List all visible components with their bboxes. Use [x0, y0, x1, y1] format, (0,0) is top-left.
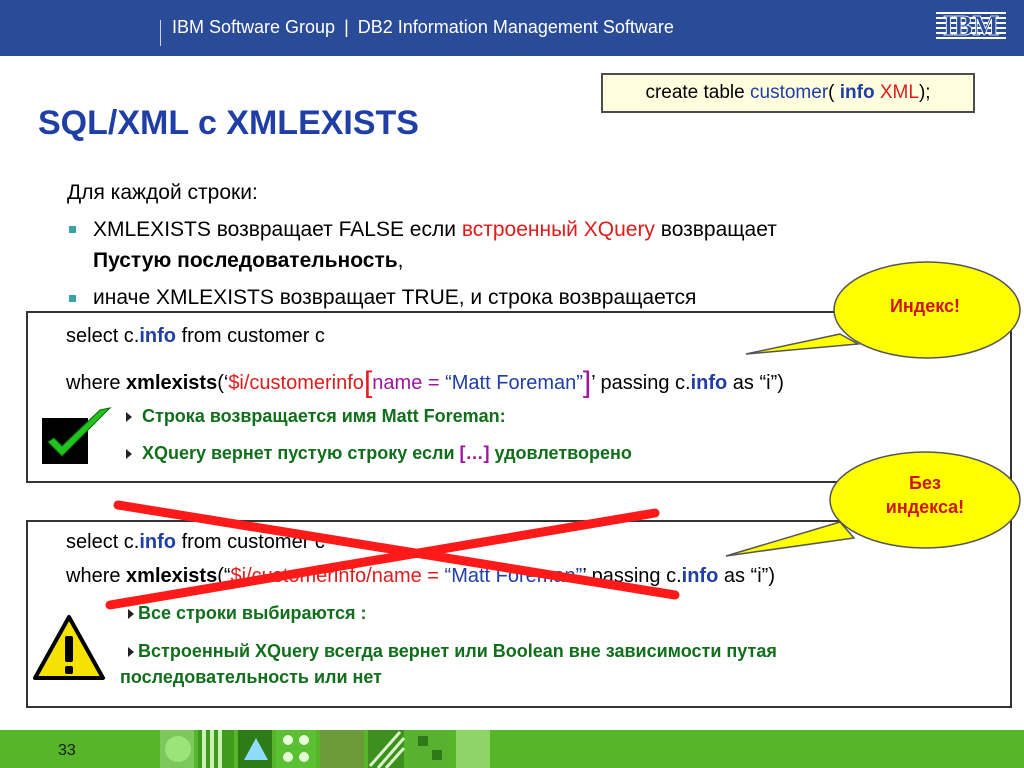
bullet-2: иначе XMLEXISTS возвращает TRUE, и строк… — [93, 286, 697, 309]
box1-sub2: XQuery вернет пустую строку если […] удо… — [126, 443, 632, 464]
header-text: IBM Software Group | DB2 Information Manag… — [172, 17, 674, 38]
triangle-bullet-icon — [126, 412, 132, 423]
box1-path: $i/customerinfo — [228, 372, 364, 394]
bullet-1: XMLEXISTS возвращает FALSE если встроенн… — [93, 218, 777, 242]
create-table-box: create table customer( info XML); — [601, 73, 975, 113]
checkmark-icon — [42, 407, 112, 464]
box1-left-bracket: [ — [363, 366, 373, 399]
page-title: SQL/XML с XMLEXISTS — [38, 104, 419, 142]
cross-out-icon — [105, 500, 680, 610]
ibm-logo-text: IBM — [943, 11, 999, 40]
header-bar: IBM Software Group | DB2 Information Manag… — [0, 0, 1024, 56]
bullet-1-part1: XMLEXISTS возвращает FALSE если — [93, 218, 462, 241]
bullet-1-end: , — [397, 249, 404, 272]
header-division: DB2 Information Management Software — [357, 17, 674, 37]
box1-line2: where xmlexists(‘$i/customerinfo[name = … — [66, 363, 784, 399]
header-divider — [160, 20, 161, 46]
bullet-1-highlight: встроенный XQuery — [461, 218, 655, 241]
intro-text: Для каждой строки: — [67, 181, 258, 204]
create-open: ( — [828, 82, 840, 103]
create-prefix: create table — [645, 82, 751, 103]
box1-line1: select c.info from customer c — [66, 325, 325, 348]
ibm-logo-icon: IBM — [936, 11, 1006, 40]
box1-from: from customer c — [176, 325, 325, 347]
box1-right-bracket: ] — [582, 366, 592, 399]
box2-sub2-text: Встроенный XQuery всегда вернет или Bool… — [138, 641, 777, 661]
box1-sub2-end: удовлетворено — [489, 443, 632, 463]
box1-info2: info — [690, 372, 728, 394]
header-group: IBM Software Group — [172, 17, 336, 37]
callout-no-index-line1: Без — [909, 473, 941, 493]
footer-bar: 33 — [0, 730, 1024, 768]
create-type: XML — [879, 82, 919, 103]
bullet-marker — [69, 295, 76, 302]
box2-info2: info — [681, 565, 719, 587]
create-table-name: customer — [750, 82, 829, 103]
bullet-1-bold: Пустую последовательность — [93, 249, 398, 272]
box2-as: as “i”) — [718, 565, 775, 587]
box1-passing: ’ passing c. — [591, 372, 691, 394]
callout-index: Индекс! — [889, 296, 961, 316]
callout-no-index-line2: индекса! — [885, 497, 965, 517]
header-pipe: | — [344, 17, 349, 37]
box2-sub2: Встроенный XQuery всегда вернет или Bool… — [128, 641, 777, 662]
box1-where: where — [66, 372, 127, 394]
box1-open: (‘ — [217, 372, 229, 394]
box1-func: xmlexists — [126, 372, 218, 394]
triangle-bullet-icon — [126, 449, 132, 460]
box1-info: info — [139, 325, 177, 347]
callout-no-index: Без индекса! — [835, 471, 1015, 519]
bullet-1-line2: Пустую последовательность, — [93, 249, 403, 273]
box1-sub2-bracket: […] — [459, 443, 490, 463]
box1-sub1-text: Строка возвращается имя Matt Foreman: — [142, 406, 506, 426]
box1-sub2-text: XQuery вернет пустую строку если — [142, 443, 460, 463]
create-close: ); — [918, 82, 931, 103]
page-number: 33 — [58, 742, 76, 759]
box1-predicate: name = — [372, 372, 446, 394]
triangle-bullet-icon — [128, 647, 134, 658]
footer-decoration-icon — [160, 730, 490, 768]
bullet-1-part2: возвращает — [654, 218, 777, 241]
box2-sub2-line2: последовательность или нет — [120, 667, 382, 687]
box1-sub1: Строка возвращается имя Matt Foreman: — [126, 406, 506, 427]
create-column: info — [839, 82, 875, 103]
bullet-marker — [69, 226, 76, 233]
box1-as: as “i”) — [727, 372, 784, 394]
box1-value: “Matt Foreman” — [445, 372, 583, 394]
warning-icon — [33, 615, 105, 680]
box1-select: select c. — [66, 325, 140, 347]
